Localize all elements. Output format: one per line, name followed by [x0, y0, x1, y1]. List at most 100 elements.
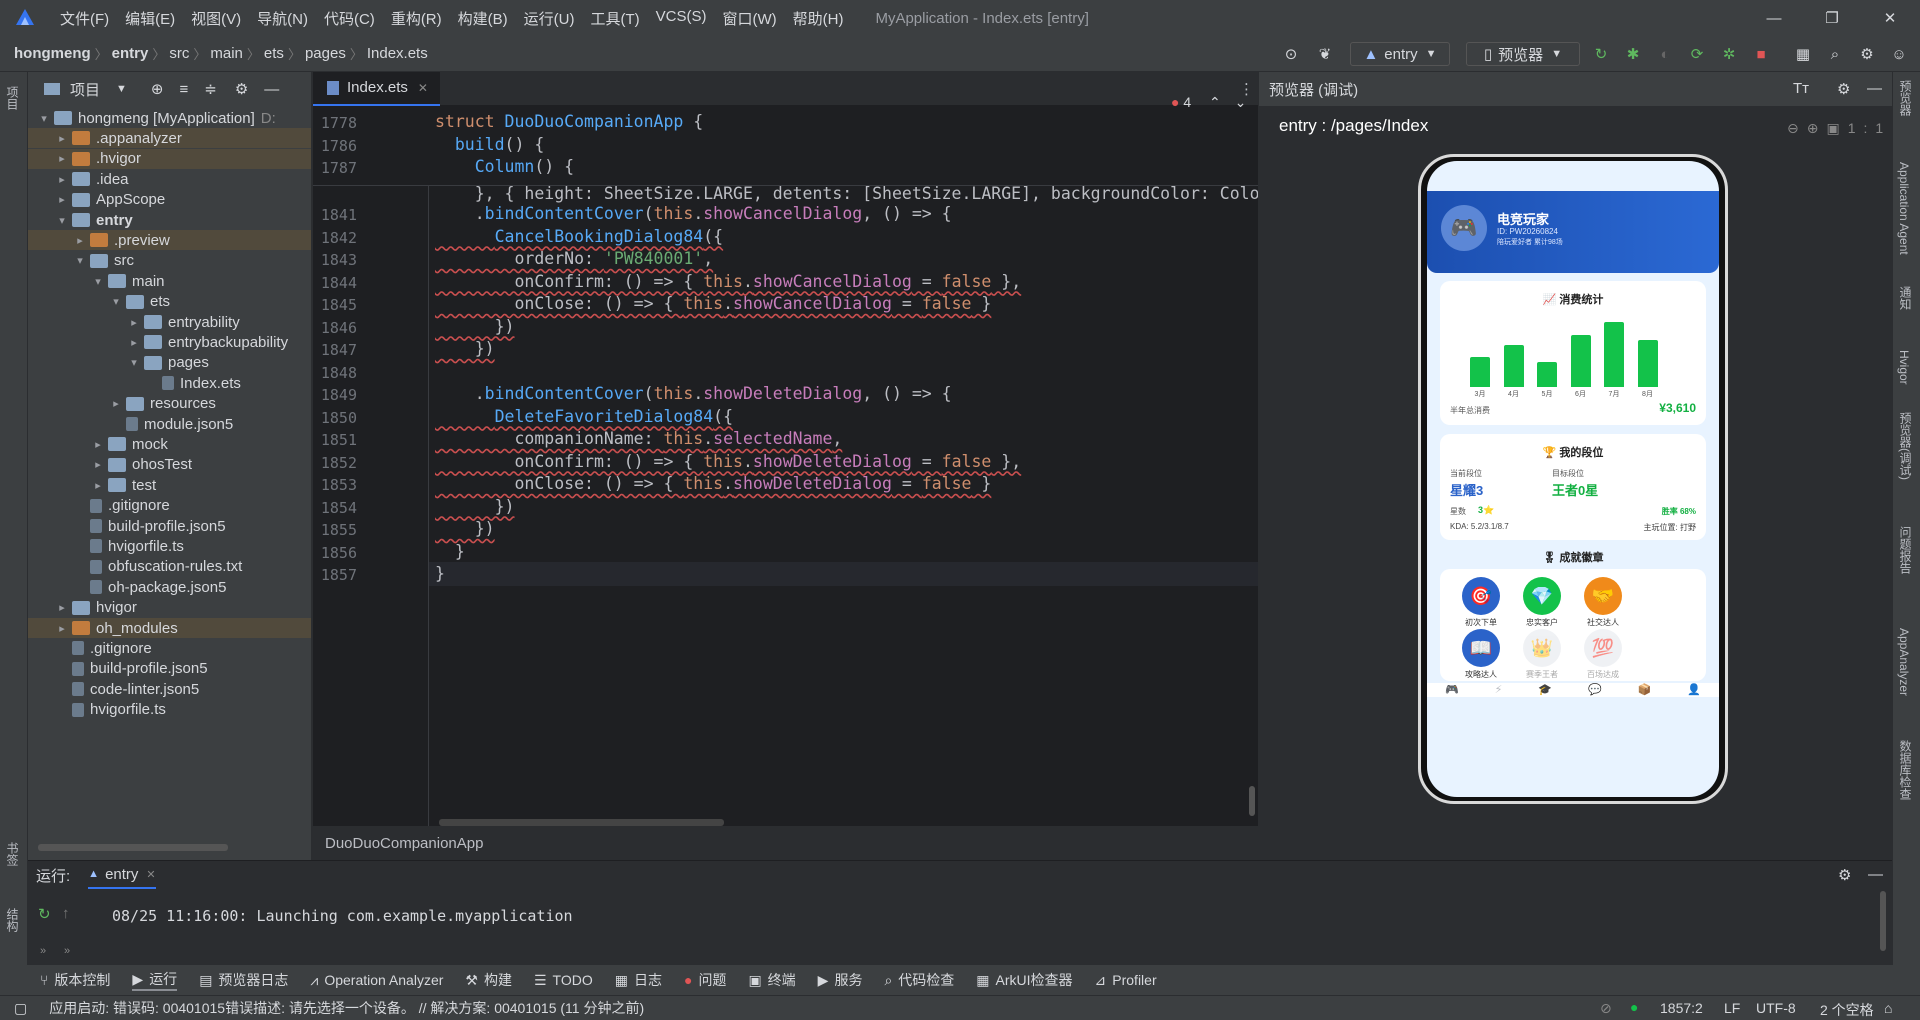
bottom-tool-5[interactable]: ☰ TODO — [534, 972, 593, 989]
bottom-nav-icon[interactable]: 📦 — [1638, 683, 1652, 697]
more-left-icon[interactable]: » — [40, 945, 46, 957]
project-structure-icon[interactable]: ▦ — [1792, 42, 1814, 66]
bottom-tool-10[interactable]: ⌕ 代码检查 — [884, 970, 954, 990]
bottom-tool-1[interactable]: ▶ 运行 — [132, 969, 178, 991]
chevron-down-icon[interactable]: ▾ — [36, 112, 52, 125]
right-tool-label[interactable]: 数据库检查 — [1897, 740, 1914, 800]
right-tool-label[interactable]: AppAnalyzer — [1897, 628, 1911, 696]
rerun-icon[interactable]: ↻ — [1590, 42, 1612, 66]
tab-index-ets[interactable]: Index.ets ✕ — [313, 71, 440, 106]
search-icon[interactable]: ⌕ — [1824, 42, 1846, 66]
scroll-up-icon[interactable]: ↑ — [62, 905, 70, 922]
profile-icon[interactable]: ✲ — [1718, 42, 1740, 66]
collapse-icon[interactable]: ≡ — [179, 81, 188, 98]
bottom-nav-icon[interactable]: 🎓 — [1538, 683, 1552, 697]
fit-screen-icon[interactable]: ▣ — [1826, 120, 1847, 136]
editor-hscrollbar[interactable] — [439, 819, 724, 826]
chevron-right-icon[interactable]: ▸ — [72, 234, 88, 247]
chevron-down-icon[interactable]: ▾ — [54, 214, 70, 227]
menu-item-7[interactable]: 运行(U) — [516, 8, 583, 29]
tree-item[interactable]: code-linter.json5 — [28, 679, 311, 699]
tree-item[interactable]: ▾ src — [28, 251, 311, 271]
tree-item[interactable]: ▸ hvigor — [28, 598, 311, 618]
sticky-code-line[interactable]: Column() { — [435, 157, 574, 176]
tree-item[interactable]: ▾ ets — [28, 292, 311, 312]
tree-item[interactable]: ▸ AppScope — [28, 190, 311, 210]
tree-item[interactable]: hvigorfile.ts — [28, 700, 311, 720]
tree-item[interactable]: ▸ test — [28, 475, 311, 495]
badge-icon[interactable]: 🎯 — [1462, 577, 1500, 615]
chevron-right-icon[interactable]: ▸ — [54, 132, 70, 145]
breadcrumb-item[interactable]: src — [165, 45, 193, 62]
bottom-nav-icon[interactable]: 🎮 — [1445, 683, 1459, 697]
sticky-code-line[interactable]: struct DuoDuoCompanionApp { — [435, 112, 703, 131]
tree-item[interactable]: ▾ pages — [28, 353, 311, 373]
close-window-button[interactable]: ✕ — [1861, 0, 1919, 36]
bottom-tool-6[interactable]: ▦ 日志 — [615, 970, 662, 990]
bottom-tool-9[interactable]: ▶ 服务 — [818, 970, 863, 990]
close-tab-icon[interactable]: ✕ — [418, 81, 428, 95]
bottom-tool-11[interactable]: ▦ ArkUI检查器 — [976, 970, 1072, 990]
chevron-down-icon[interactable]: ▾ — [108, 295, 124, 308]
badge-icon[interactable]: 🤝 — [1584, 577, 1622, 615]
tree-item[interactable]: ▾ hongmeng [MyApplication] D: — [28, 108, 311, 128]
bug-icon[interactable]: ❦ — [1314, 42, 1336, 66]
breadcrumb-item[interactable]: pages — [301, 45, 350, 62]
target-icon[interactable]: ⊙ — [1280, 42, 1302, 66]
chevron-right-icon[interactable]: ▸ — [90, 479, 106, 492]
debug-icon[interactable]: ✱ — [1622, 42, 1644, 66]
tree-item[interactable]: ▸ .hvigor — [28, 148, 311, 169]
gear-icon[interactable]: ⚙ — [235, 80, 248, 98]
tree-item[interactable]: .gitignore — [28, 496, 311, 516]
settings-icon[interactable]: ⚙ — [1856, 42, 1878, 66]
chevron-right-icon[interactable]: ▸ — [90, 458, 106, 471]
tree-item[interactable]: module.json5 — [28, 414, 311, 434]
tree-item[interactable]: ▸ entryability — [28, 312, 311, 332]
bottom-nav-icon[interactable]: 👤 — [1687, 683, 1701, 697]
chevron-down-icon[interactable]: ▾ — [72, 254, 88, 267]
font-size-icon[interactable]: Tт — [1793, 80, 1809, 97]
right-tool-label[interactable]: 预览器 — [1897, 80, 1914, 116]
tree-item[interactable]: ▸ entrybackupability — [28, 332, 311, 352]
menu-item-10[interactable]: 窗口(W) — [714, 8, 784, 29]
badge-icon[interactable]: 📖 — [1462, 629, 1500, 667]
badge-icon[interactable]: 💎 — [1523, 577, 1561, 615]
badge-icon[interactable]: 👑 — [1523, 629, 1561, 667]
menu-item-5[interactable]: 重构(R) — [383, 8, 450, 29]
stop-icon[interactable]: ■ — [1750, 42, 1772, 66]
hide-icon[interactable]: — — [1867, 80, 1882, 97]
menu-item-1[interactable]: 编辑(E) — [117, 8, 183, 29]
status-message[interactable]: 应用启动: 错误码: 00401015错误描述: 请先选择一个设备。 // 解决… — [49, 998, 644, 1018]
tree-item[interactable]: build-profile.json5 — [28, 516, 311, 536]
menu-item-9[interactable]: VCS(S) — [648, 8, 715, 29]
hide-icon[interactable]: — — [1868, 866, 1883, 883]
tree-item[interactable]: ▾ entry — [28, 210, 311, 230]
indent-setting[interactable]: 2 个空格 — [1820, 1000, 1874, 1020]
expand-icon[interactable]: ≑ — [204, 80, 217, 98]
file-encoding[interactable]: UTF-8 — [1756, 1000, 1796, 1016]
chevron-right-icon[interactable]: ▸ — [90, 438, 106, 451]
minimize-button[interactable]: — — [1745, 0, 1803, 36]
tree-item[interactable]: ▸ ohosTest — [28, 455, 311, 475]
tree-item[interactable]: build-profile.json5 — [28, 659, 311, 679]
device-dropdown[interactable]: ▯ 预览器 ▼ — [1466, 42, 1580, 66]
right-tool-label[interactable]: 问题报告 — [1897, 526, 1914, 574]
tree-item[interactable]: ▸ mock — [28, 434, 311, 454]
bookmarks-tool-label[interactable]: 书签 — [4, 842, 21, 866]
bottom-tool-3[interactable]: ⩘ Operation Analyzer — [310, 972, 443, 989]
badge-icon[interactable]: 💯 — [1584, 629, 1622, 667]
tree-item[interactable]: ▸ resources — [28, 394, 311, 414]
account-icon[interactable]: ☺ — [1888, 42, 1910, 66]
menu-item-0[interactable]: 文件(F) — [52, 8, 117, 29]
chevron-right-icon[interactable]: ▸ — [54, 193, 70, 206]
rerun-icon[interactable]: ↻ — [38, 905, 51, 923]
editor-vscrollbar[interactable] — [1249, 786, 1255, 816]
project-tool-label[interactable]: 项目 — [4, 86, 21, 110]
menu-item-6[interactable]: 构建(B) — [450, 8, 516, 29]
breadcrumb-item[interactable]: ets — [260, 45, 288, 62]
close-tab-icon[interactable]: ✕ — [146, 868, 155, 881]
sticky-code-line[interactable]: build() { — [435, 135, 544, 154]
tree-item[interactable]: oh-package.json5 — [28, 577, 311, 597]
project-panel-title[interactable]: 项目 — [70, 79, 100, 100]
restart-icon[interactable]: ⟳ — [1686, 42, 1708, 66]
